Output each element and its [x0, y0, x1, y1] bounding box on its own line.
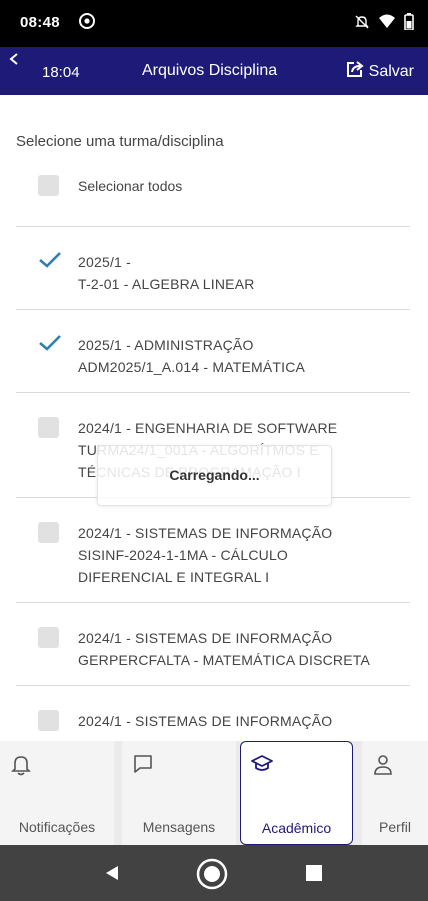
item-line: DIFERENCIAL E INTEGRAL I [78, 569, 270, 585]
item-checkbox[interactable] [38, 522, 59, 543]
loading-toast: Carregando... [97, 445, 332, 506]
bell-icon [10, 753, 32, 782]
wifi-icon [378, 14, 396, 34]
tab-notificacoes[interactable]: Notificações [0, 741, 114, 845]
status-time: 08:48 [20, 14, 60, 31]
loading-text: Carregando... [169, 467, 260, 483]
bottom-tab-bar: Notificações Mensagens Acadêmico Perfil [0, 741, 428, 845]
item-line: 2024/1 - SISTEMAS DE INFORMAÇÃO [78, 525, 333, 541]
graduation-cap-icon [251, 754, 273, 779]
chat-icon [132, 753, 154, 780]
item-line: 2024/1 - SISTEMAS DE INFORMAÇÃO [78, 713, 333, 729]
list-item[interactable]: 2024/1 - SISTEMAS DE INFORMAÇÃO GERPERCF… [16, 602, 410, 685]
item-line: T-2-01 - ALGEBRA LINEAR [78, 276, 255, 292]
section-title: Selecione uma turma/disciplina [16, 133, 224, 150]
item-line: GERPERCFALTA - MATEMÁTICA DISCRETA [78, 652, 371, 668]
item-line: 2025/1 - [78, 254, 131, 270]
select-all-checkbox[interactable] [38, 175, 59, 196]
app-header: 18:04 Arquivos Disciplina Salvar [0, 47, 428, 95]
nav-recents-icon[interactable] [306, 865, 322, 886]
checkmark-icon[interactable] [38, 334, 62, 357]
item-line: 2025/1 - ADMINISTRAÇÃO [78, 337, 254, 353]
item-checkbox[interactable] [38, 710, 59, 731]
item-line: 2024/1 - ENGENHARIA DE SOFTWARE [78, 420, 338, 436]
system-nav-bar [0, 845, 428, 901]
list-item[interactable]: 2025/1 - T-2-01 - ALGEBRA LINEAR [16, 226, 410, 309]
tab-label: Acadêmico [261, 820, 332, 836]
select-all-label: Selecionar todos [78, 177, 183, 194]
page-title: Arquivos Disciplina [142, 62, 278, 79]
tab-label: Mensagens [142, 819, 216, 835]
at-sign-icon [78, 12, 96, 35]
person-icon [372, 753, 394, 782]
status-bar: 08:48 [0, 0, 428, 47]
tab-label: Perfil [379, 819, 411, 835]
nav-back-icon[interactable] [102, 864, 120, 887]
save-button[interactable]: Salvar [346, 60, 414, 83]
tab-perfil[interactable]: Perfil [362, 741, 428, 845]
battery-icon [404, 13, 414, 35]
item-checkbox[interactable] [38, 627, 59, 648]
mute-icon [354, 14, 370, 35]
nav-home-icon[interactable] [196, 858, 228, 895]
select-all[interactable]: Selecionar todos [38, 175, 182, 196]
content-area[interactable]: Selecione uma turma/disciplina Seleciona… [0, 95, 428, 741]
item-line: ADM2025/1_A.014 - MATEMÁTICA [78, 359, 306, 375]
save-label: Salvar [368, 62, 414, 80]
checkmark-icon[interactable] [38, 251, 62, 274]
back-chevron-icon[interactable] [6, 49, 22, 69]
item-checkbox[interactable] [38, 417, 59, 438]
item-line: 2024/1 - SISTEMAS DE INFORMAÇÃO [78, 630, 333, 646]
tab-academico[interactable]: Acadêmico [240, 741, 353, 845]
tab-mensagens[interactable]: Mensagens [122, 741, 236, 845]
header-clock: 18:04 [42, 64, 80, 81]
item-line: SISINF-2024-1-1MA - CÁLCULO [78, 547, 289, 563]
list-item[interactable]: 2024/1 - SISTEMAS DE INFORMAÇÃO SISINF-2… [16, 497, 410, 602]
list-item[interactable]: 2024/1 - SISTEMAS DE INFORMAÇÃO [16, 685, 410, 741]
share-icon [346, 60, 364, 83]
list-item[interactable]: 2025/1 - ADMINISTRAÇÃO ADM2025/1_A.014 -… [16, 309, 410, 392]
tab-label: Notificações [18, 819, 96, 835]
